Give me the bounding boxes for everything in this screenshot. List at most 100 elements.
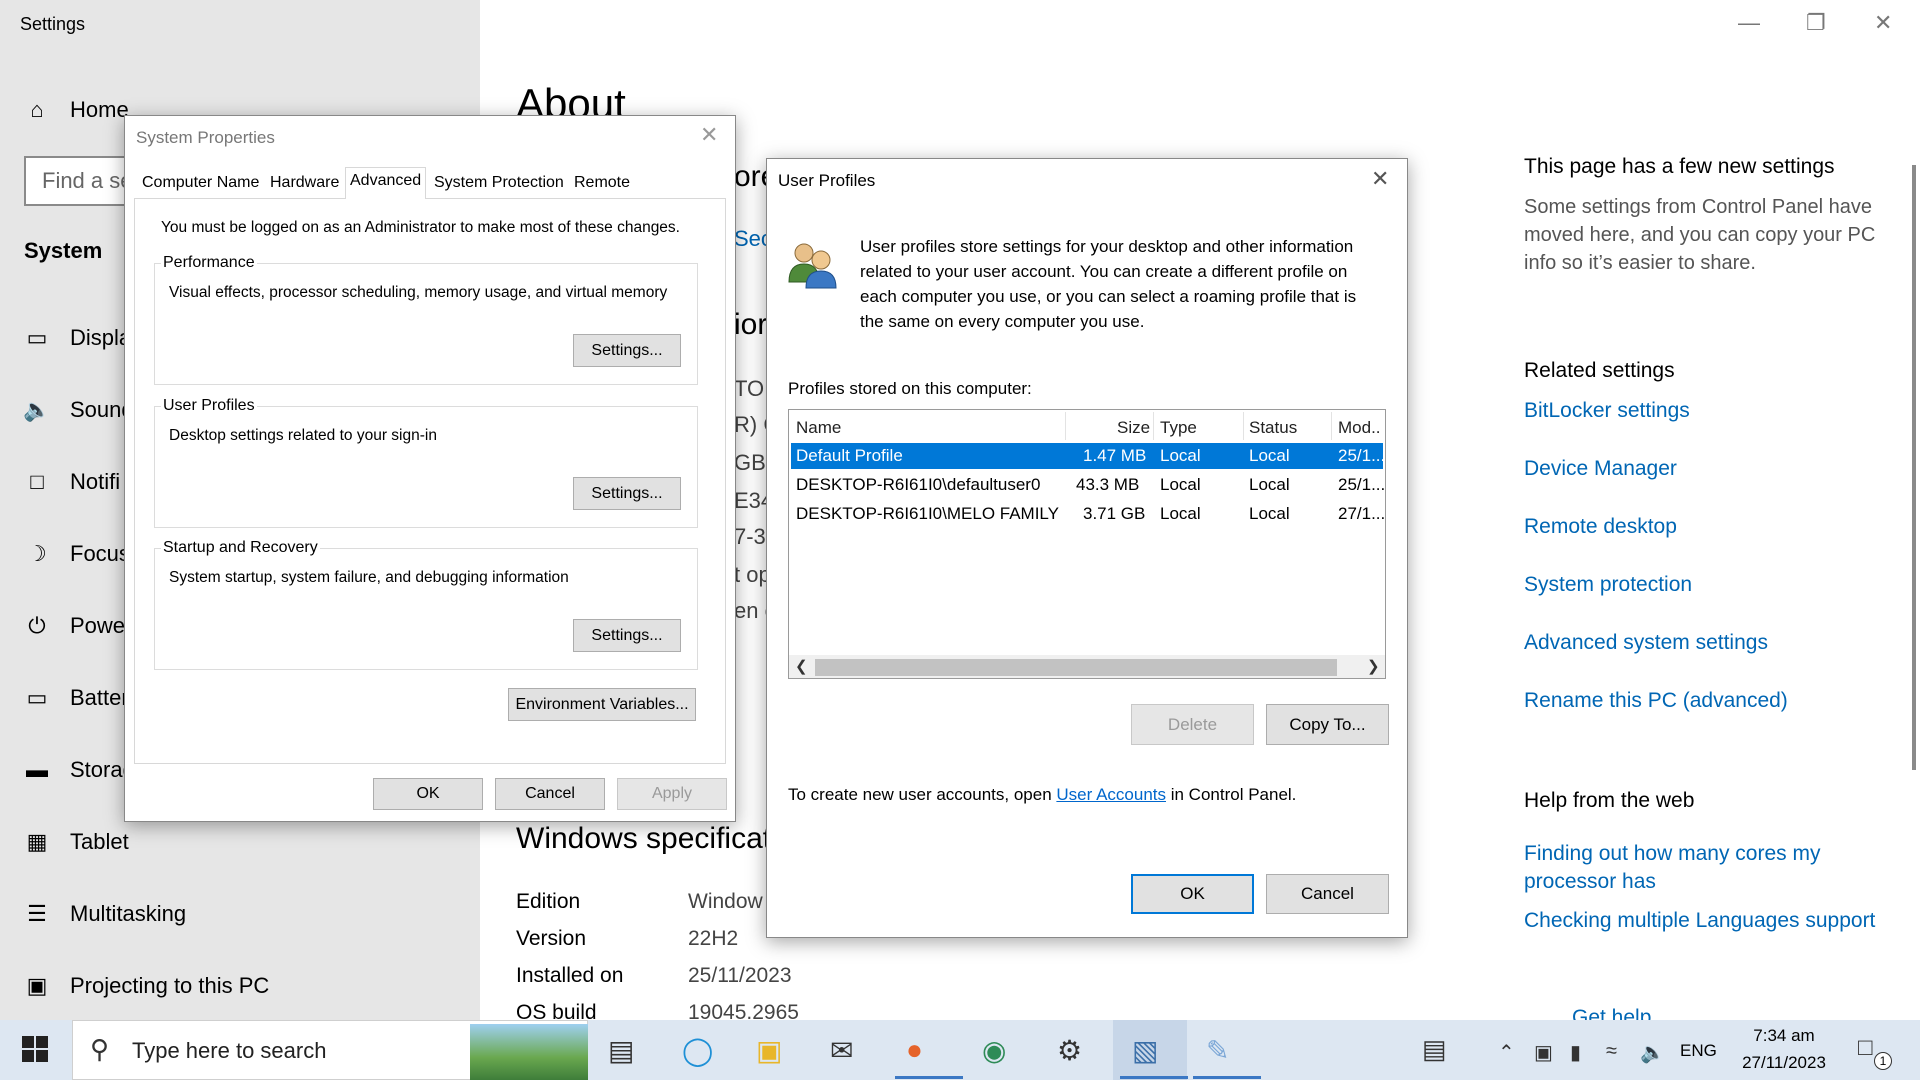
help-link-cores[interactable]: Finding out how many cores my processor …	[1524, 840, 1884, 896]
speaker-icon: 🔈	[23, 397, 51, 422]
row-size: 3.71 GB	[1083, 504, 1146, 523]
nav-item-power[interactable]: ⏻ Power	[22, 606, 132, 646]
row-modified: 27/1...	[1338, 504, 1386, 523]
column-divider[interactable]	[1065, 412, 1066, 440]
wifi-icon[interactable]: ≈	[1606, 1040, 1617, 1063]
notification-icon: □	[30, 469, 44, 494]
storage-icon: ▬	[26, 757, 48, 782]
close-icon[interactable]: ✕	[1874, 10, 1892, 36]
cancel-button[interactable]: Cancel	[1266, 874, 1389, 914]
scrollbar-thumb[interactable]	[815, 659, 1337, 676]
column-divider[interactable]	[1153, 412, 1154, 440]
advanced-system-settings-link[interactable]: Advanced system settings	[1524, 631, 1768, 655]
close-icon[interactable]: ✕	[700, 122, 718, 148]
performance-settings-button[interactable]: Settings...	[573, 334, 681, 367]
battery-icon[interactable]: ▮	[1570, 1040, 1581, 1065]
table-row[interactable]: Default Profile 1.47 MB Local Local 25/1…	[791, 443, 1386, 469]
search-placeholder: Type here to search	[132, 1038, 327, 1063]
news-widget-icon[interactable]: ▤	[1422, 1034, 1447, 1065]
rename-pc-link[interactable]: Rename this PC (advanced)	[1524, 689, 1788, 713]
copy-to-button[interactable]: Copy To...	[1266, 704, 1389, 745]
column-type[interactable]: Type	[1160, 418, 1197, 438]
scroll-left-icon[interactable]: ❮	[795, 657, 808, 675]
spec-value-fragment: GB	[734, 450, 766, 475]
row-status: Local	[1249, 504, 1290, 523]
bitlocker-link[interactable]: BitLocker settings	[1524, 399, 1690, 423]
tab-system-protection[interactable]: System Protection	[430, 170, 568, 198]
startup-recovery-settings-button[interactable]: Settings...	[573, 619, 681, 652]
row-size: 43.3 MB	[1076, 475, 1140, 494]
ok-button[interactable]: OK	[1131, 874, 1254, 914]
help-link-languages[interactable]: Checking multiple Languages support	[1524, 909, 1875, 933]
nav-home[interactable]: ⌂ Home	[22, 90, 128, 130]
column-modified[interactable]: Mod...	[1338, 418, 1382, 438]
nav-label: Projecting to this PC	[70, 973, 270, 998]
tab-remote[interactable]: Remote	[570, 170, 634, 198]
scroll-right-icon[interactable]: ❯	[1367, 657, 1380, 675]
language-indicator[interactable]: ENG	[1680, 1041, 1717, 1061]
close-icon[interactable]: ✕	[1371, 166, 1389, 192]
get-help-link[interactable]: Get help	[1572, 1006, 1651, 1020]
column-status[interactable]: Status	[1249, 418, 1297, 438]
apply-button[interactable]: Apply	[617, 778, 727, 810]
nav-item-storage[interactable]: ▬ Storag	[22, 750, 135, 790]
clock-date[interactable]: 27/11/2023	[1734, 1053, 1834, 1073]
ok-button[interactable]: OK	[373, 778, 483, 810]
group-label: User Profiles	[161, 397, 257, 415]
spec-value: 22H2	[688, 927, 739, 950]
user-accounts-link[interactable]: User Accounts	[1056, 785, 1166, 804]
tab-computer-name[interactable]: Computer Name	[138, 170, 263, 198]
nav-item-notifications[interactable]: □ Notifi	[22, 462, 120, 502]
nav-item-battery[interactable]: ▭ Batter	[22, 678, 129, 718]
nav-item-multitasking[interactable]: ☰ Multitasking	[22, 894, 186, 934]
mail-icon[interactable]: ✉	[830, 1034, 853, 1067]
user-profiles-settings-button[interactable]: Settings...	[573, 477, 681, 510]
file-explorer-icon[interactable]: ▣	[756, 1034, 782, 1067]
nav-item-tablet[interactable]: ▦ Tablet	[22, 822, 129, 862]
group-text: Desktop settings related to your sign-in	[169, 427, 437, 444]
minimize-icon[interactable]: —	[1738, 10, 1760, 36]
device-manager-link[interactable]: Device Manager	[1524, 457, 1677, 481]
row-modified: 25/1...	[1338, 446, 1386, 465]
restore-icon[interactable]: ❐	[1806, 10, 1826, 36]
delete-button[interactable]: Delete	[1131, 704, 1254, 745]
maps-icon[interactable]: ◉	[982, 1034, 1006, 1067]
environment-variables-button[interactable]: Environment Variables...	[508, 688, 696, 721]
tab-advanced[interactable]: Advanced	[345, 167, 427, 199]
nav-item-sound[interactable]: 🔈 Sound	[22, 390, 133, 430]
windows-start-icon[interactable]	[22, 1036, 48, 1069]
volume-icon[interactable]: 🔈	[1640, 1040, 1665, 1065]
users-icon	[786, 238, 840, 290]
meet-icon[interactable]: ▣	[1534, 1040, 1553, 1065]
table-row[interactable]: DESKTOP-R6I61I0\MELO FAMILY 3.71 GB Loca…	[791, 501, 1386, 527]
dialog-title: User Profiles	[778, 171, 876, 190]
chevron-up-icon[interactable]: ⌃	[1498, 1040, 1515, 1065]
firefox-icon[interactable]: ●	[906, 1034, 923, 1066]
column-divider[interactable]	[1331, 412, 1332, 440]
settings-gear-icon[interactable]: ⚙	[1057, 1034, 1082, 1067]
spec-value-fragment: TO	[734, 376, 765, 401]
task-view-icon[interactable]: ▤	[608, 1034, 634, 1067]
column-name[interactable]: Name	[796, 418, 841, 438]
table-row[interactable]: DESKTOP-R6I61I0\defaultuser0 43.3 MB Loc…	[791, 472, 1385, 498]
vertical-scrollbar[interactable]	[1912, 165, 1916, 770]
column-divider[interactable]	[1243, 412, 1244, 440]
clock-time[interactable]: 7:34 am	[1734, 1026, 1834, 1046]
nav-item-display[interactable]: ▭ Displa	[22, 318, 132, 358]
cancel-button[interactable]: Cancel	[495, 778, 605, 810]
edge-icon[interactable]: ◯	[682, 1034, 713, 1067]
display-icon: ▭	[26, 325, 48, 350]
system-properties-icon[interactable]: ▧	[1132, 1034, 1158, 1067]
nav-label: Batter	[70, 685, 129, 710]
remote-desktop-link[interactable]: Remote desktop	[1524, 515, 1677, 539]
paint-icon[interactable]: ✎	[1206, 1034, 1229, 1067]
profiles-list[interactable]: Name Size Type Status Mod... Default Pro…	[788, 409, 1386, 679]
new-settings-title: This page has a few new settings	[1524, 155, 1835, 178]
nav-item-focus[interactable]: ☽ Focus	[22, 534, 130, 574]
windows-spec-heading: Windows specificat	[516, 822, 772, 855]
tab-hardware[interactable]: Hardware	[266, 170, 343, 198]
action-center-icon[interactable]: □	[1858, 1034, 1873, 1062]
system-protection-link[interactable]: System protection	[1524, 573, 1692, 597]
column-size[interactable]: Size	[1117, 418, 1150, 438]
nav-item-projecting[interactable]: ▣ Projecting to this PC	[22, 966, 270, 1006]
